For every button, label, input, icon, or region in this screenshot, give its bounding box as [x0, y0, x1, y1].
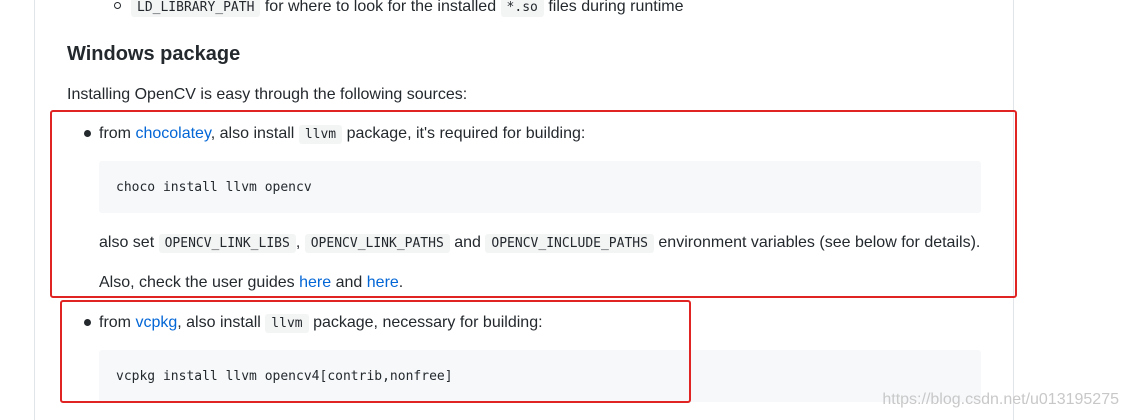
top-list-item: LD_LIBRARY_PATH for where to look for th…: [131, 0, 683, 20]
annotation-box-chocolatey: [50, 110, 1017, 298]
inline-code: *.so: [500, 0, 544, 17]
list-item-text: files during runtime: [548, 0, 684, 15]
section-heading: Windows package: [67, 43, 241, 65]
annotation-box-vcpkg: [60, 300, 691, 403]
list-item-text: for where to look for the installed: [264, 0, 497, 15]
watermark-text: https://blog.csdn.net/u013195275: [882, 391, 1119, 408]
inline-code: LD_LIBRARY_PATH: [131, 0, 261, 17]
list-bullet-hollow: [114, 2, 121, 9]
content-left-border: [34, 0, 35, 420]
intro-paragraph: Installing OpenCV is easy through the fo…: [67, 86, 468, 103]
